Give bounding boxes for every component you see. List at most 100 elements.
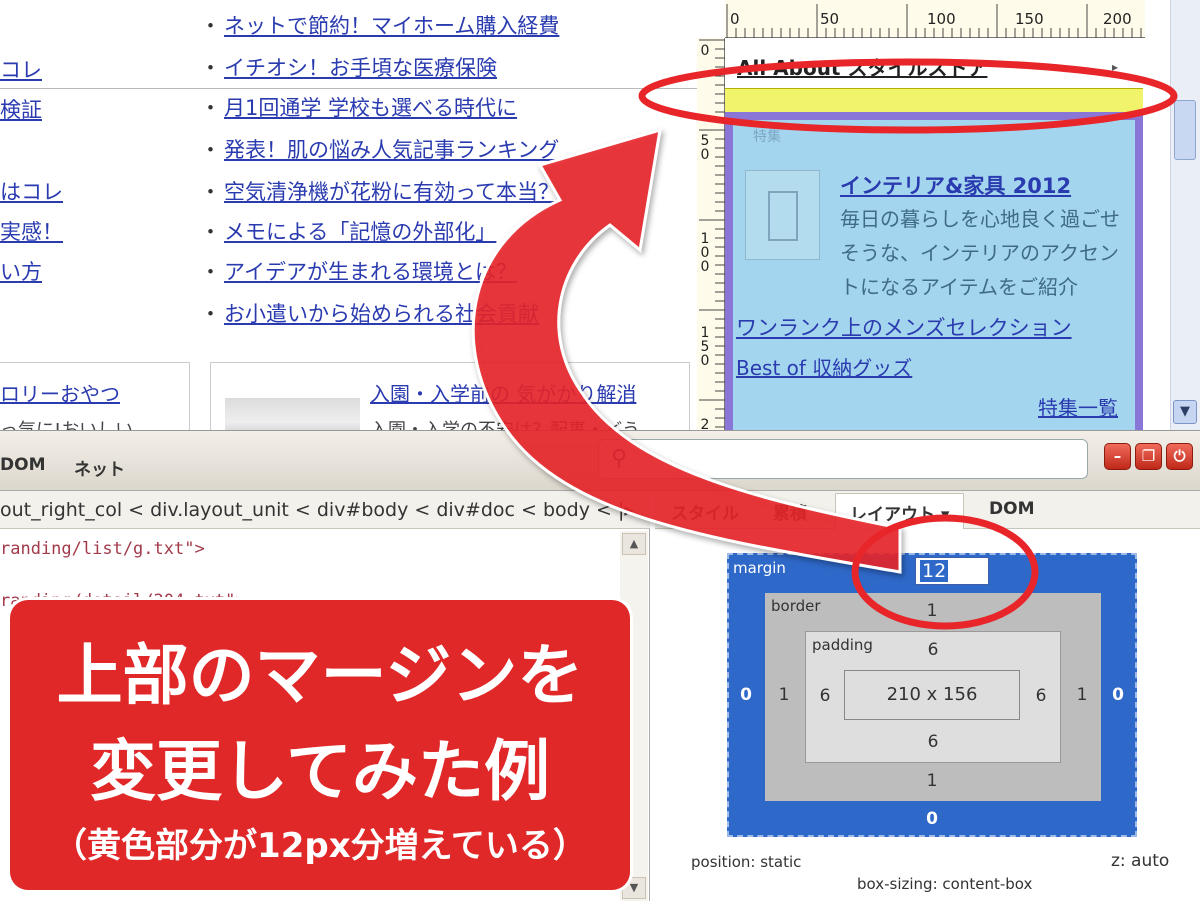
padding-right-value[interactable]: 6 [1026,686,1056,706]
horizontal-ruler: 0 50 100 150 200 [725,0,1145,38]
scroll-up-button[interactable]: ▲ [622,533,646,555]
promo-subtext: 入園・入学の不安は？配事・どう [370,416,640,430]
padding-box: padding 6 6 6 6 210 x 156 [805,631,1061,763]
box-sizing-info: box-sizing: content-box [857,875,1033,893]
devtools-toolbar: DOM ネット ⚲ – ❐ ⏻ [0,431,1200,491]
bullet: ・ [200,260,221,284]
bullet: ・ [200,56,221,80]
left-link-5[interactable]: い方 [0,256,42,286]
feature-thumbnail[interactable] [745,170,820,260]
left-link-1[interactable]: コレ [0,54,42,84]
list-item: ・アイデアが生まれる環境とは？ [200,256,517,286]
article-link[interactable]: メモによる「記憶の外部化」 [224,220,496,244]
detach-button[interactable]: ❐ [1135,443,1162,470]
content-size: 210 x 156 [844,670,1020,720]
tab-layout[interactable]: レイアウト ▾ [835,493,965,529]
padding-bottom-value[interactable]: 6 [918,732,948,752]
margin-label: margin [733,559,786,577]
page-scrollbar[interactable]: ▼ [1170,0,1200,430]
mens-selection-link[interactable]: ワンランク上のメンズセレクション [736,312,1072,342]
margin-highlight [725,88,1143,112]
padding-label: padding [812,636,873,654]
storage-goods-link[interactable]: Best of 収納グッズ [736,352,912,381]
left-link-3[interactable]: はコレ [0,176,63,206]
margin-top-input[interactable]: 12 [915,557,989,585]
web-page-viewport: コレ 検証 はコレ 実感！ い方 ・ネットで節約！マイホーム購入経費 ・イチオシ… [0,0,1200,430]
tab-dom[interactable]: DOM [0,455,45,475]
style-store-widget: All About スタイルストア ▸ 特集 インテリア&家具 2012 毎日の… [725,38,1145,430]
ruler-label: 50 [820,10,840,28]
feature-label: 特集 [753,129,781,145]
bullet: ・ [200,138,221,162]
caption-line-3: （黄色部分が12px分増えている） [53,826,587,866]
bottom-left-link[interactable]: ロリーおやつ [0,378,120,407]
furniture-icon [768,191,798,241]
padding-top-value[interactable]: 6 [918,640,948,660]
z-index-info: z: auto [1111,851,1170,871]
tab-style[interactable]: スタイル [671,499,739,524]
list-item: ・空気清浄機が花粉に有効って本当？ [200,176,559,206]
ruler-label: 100 [700,231,710,275]
side-panel-tabs: スタイル 累積 レイアウト ▾ DOM [655,491,1200,529]
list-item: ・メモによる「記憶の外部化」 [200,216,496,246]
margin-box: margin 12 0 0 0 border 1 1 1 1 padding 6… [727,553,1137,837]
feature-list-link[interactable]: 特集一覧 [1038,392,1118,421]
ruler-label: 150 [1015,10,1044,28]
ruler-label: 100 [927,10,956,28]
article-link[interactable]: アイデアが生まれる環境とは？ [224,260,517,284]
promo-title-link[interactable]: 入園・入学前の 気がかり解消 [370,378,636,407]
bullet: ・ [200,302,221,326]
border-bottom-value[interactable]: 1 [917,771,947,791]
border-box: border 1 1 1 1 padding 6 6 6 6 210 x 156 [765,593,1101,801]
bullet: ・ [200,96,221,120]
border-top-value[interactable]: 1 [917,601,947,621]
promo-photo [225,398,360,430]
divider-line [0,88,725,89]
margin-left-value[interactable]: 0 [731,685,761,705]
tab-dom-side[interactable]: DOM [989,499,1034,519]
list-item: ・ネットで節約！マイホーム購入経費 [200,10,559,40]
border-right-value[interactable]: 1 [1067,685,1097,705]
article-link[interactable]: 空気清浄機が花粉に有効って本当？ [224,180,559,204]
ruler-label: 150 [700,325,710,369]
ruler-label: 2 [700,417,710,430]
minimize-button[interactable]: – [1104,443,1131,470]
scrollbar-thumb[interactable] [1174,100,1196,160]
vertical-ruler: 0 50 100 150 2 [697,38,725,430]
article-link[interactable]: 発表！肌の悩み人気記事ランキング [224,138,559,162]
left-link-4[interactable]: 実感！ [0,216,63,246]
ruler-label: 50 [700,133,710,163]
search-input[interactable]: ⚲ [598,439,1088,479]
list-item: ・発表！肌の悩み人気記事ランキング [200,134,559,164]
border-label: border [771,597,821,615]
ruler-label: 0 [730,10,740,28]
close-button[interactable]: ⏻ [1166,443,1193,470]
breadcrumb[interactable]: out_right_col < div.layout_unit < div#bo… [0,491,650,529]
tab-net[interactable]: ネット [74,455,125,480]
left-link-2[interactable]: 検証 [0,94,42,124]
feature-box: 特集 インテリア&家具 2012 毎日の暮らしを心地良く過ごせそうな、インテリア… [733,120,1135,430]
feature-title-link[interactable]: インテリア&家具 2012 [840,170,1071,200]
border-left-value[interactable]: 1 [769,685,799,705]
padding-left-value[interactable]: 6 [810,686,840,706]
margin-right-value[interactable]: 0 [1103,685,1133,705]
tab-computed[interactable]: 累積 [773,499,807,524]
caption-line-2: 変更してみた例 [89,733,551,810]
margin-bottom-value[interactable]: 0 [917,809,947,829]
article-link[interactable]: お小遣いから始められる社会貢献 [224,302,539,326]
article-link[interactable]: ネットで節約！マイホーム購入経費 [224,14,559,38]
html-source-line[interactable]: randing/list/g.txt"> [0,539,205,559]
bullet: ・ [200,180,221,204]
bullet: ・ [200,220,221,244]
bullet: ・ [200,14,221,38]
article-link[interactable]: イチオシ！お手頃な医療保険 [224,56,497,80]
scroll-down-button[interactable]: ▼ [1173,400,1197,424]
margin-top-value: 12 [920,560,949,582]
caption-callout: 上部のマージンを 変更してみた例 （黄色部分が12px分増えている） [10,600,630,890]
list-item: ・お小遣いから始められる社会貢献 [200,298,539,328]
store-title-link[interactable]: All About スタイルストア [737,52,987,81]
list-item: ・月1回通学 学校も選べる時代に [200,92,517,122]
list-item: ・イチオシ！お手頃な医療保険 [200,52,497,82]
side-panel: スタイル 累積 レイアウト ▾ DOM margin 12 0 0 0 bord… [655,491,1200,901]
article-link[interactable]: 月1回通学 学校も選べる時代に [224,96,517,120]
